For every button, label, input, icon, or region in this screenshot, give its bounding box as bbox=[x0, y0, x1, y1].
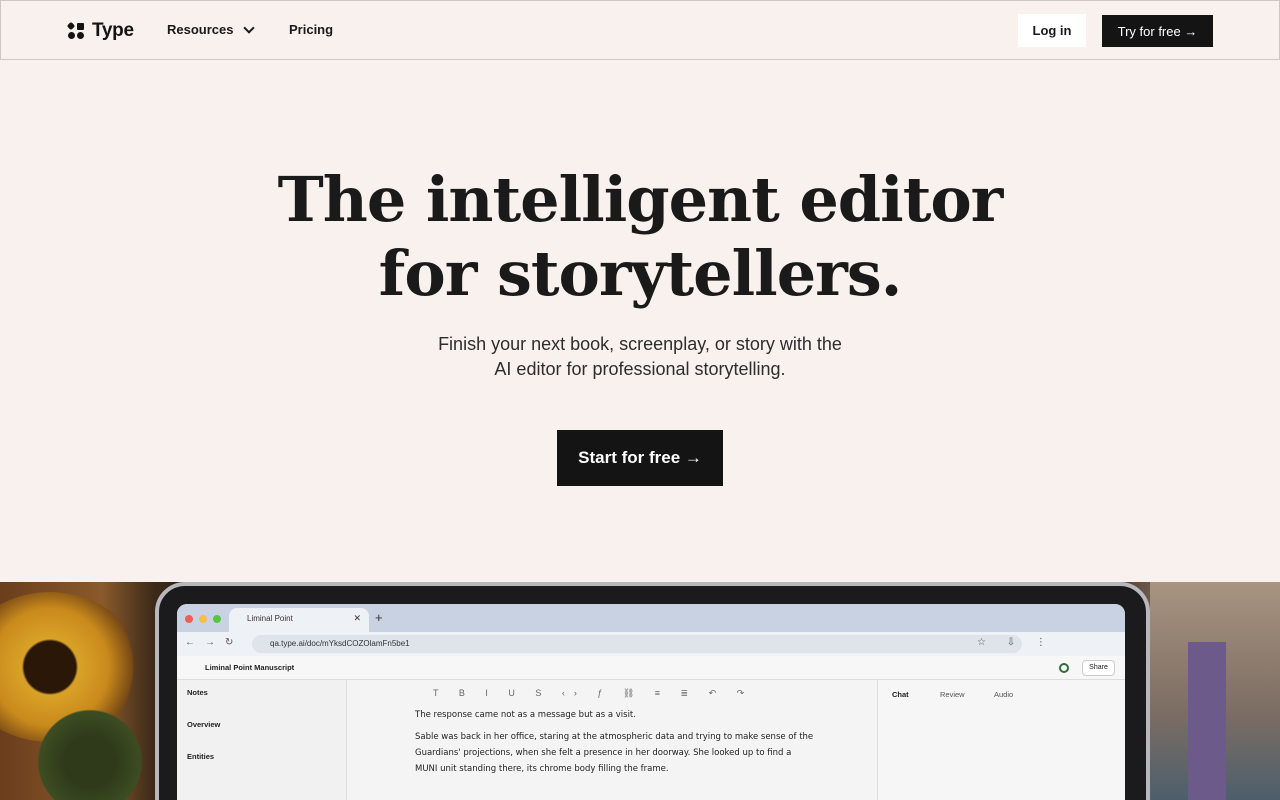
manuscript-text: The response came not as a message but a… bbox=[415, 707, 815, 783]
address-bar: qa.type.ai/doc/mYksdCOZOlamFn5be1 bbox=[252, 635, 1022, 653]
nav-resources-label: Resources bbox=[167, 22, 234, 37]
hero-subtitle: Finish your next book, screenplay, or st… bbox=[0, 332, 1280, 382]
sidebar-entities: Entities bbox=[187, 752, 215, 761]
close-icon: ✕ bbox=[353, 613, 361, 623]
status-ring-icon bbox=[1059, 663, 1069, 673]
nav-pricing[interactable]: Pricing bbox=[289, 22, 333, 37]
nav-arrows-icon: ←→↻ bbox=[185, 637, 244, 648]
browser-actions-icon: ☆ ⇩ ⋮ bbox=[977, 637, 1055, 648]
chevron-down-icon bbox=[243, 21, 256, 34]
maximize-dot-icon bbox=[213, 615, 221, 623]
browser-tab: Liminal Point ✕ bbox=[229, 608, 369, 632]
tab-title: Liminal Point bbox=[247, 614, 293, 623]
try-for-free-button[interactable]: Try for free → bbox=[1102, 15, 1213, 47]
background-object bbox=[1188, 642, 1226, 800]
type-logo-icon bbox=[66, 21, 86, 40]
manuscript-paragraph: Sable was back in her office, staring at… bbox=[415, 732, 814, 774]
laptop-screen: Liminal Point ✕ + ←→↻ qa.type.ai/doc/mYk… bbox=[177, 604, 1125, 800]
new-tab-icon: + bbox=[375, 610, 383, 625]
doc-title: Liminal Point Manuscript bbox=[205, 663, 295, 672]
tab-audio: Audio bbox=[994, 690, 1014, 699]
hero-title: The intelligent editor for storytellers. bbox=[0, 163, 1280, 311]
nav-resources[interactable]: Resources bbox=[167, 21, 256, 37]
browser-toolbar: ←→↻ qa.type.ai/doc/mYksdCOZOlamFn5be1 ☆ … bbox=[177, 632, 1125, 656]
product-photo: Liminal Point ✕ + ←→↻ qa.type.ai/doc/mYk… bbox=[0, 582, 1280, 800]
sidebar-overview: Overview bbox=[187, 720, 221, 729]
hero-subtitle-line2: AI editor for professional storytelling. bbox=[494, 359, 786, 379]
tab-review: Review bbox=[940, 690, 965, 699]
brand-name: Type bbox=[92, 20, 134, 41]
tab-chat: Chat bbox=[892, 690, 909, 699]
manuscript-paragraph: The response came not as a message but a… bbox=[415, 710, 636, 720]
browser-tabbar: Liminal Point ✕ + bbox=[177, 604, 1125, 632]
start-for-free-button[interactable]: Start for free → bbox=[557, 430, 723, 486]
share-button: Share bbox=[1082, 660, 1115, 676]
format-toolbar: T B I U S ‹› ƒ ⛓ ≡ ≣ ↶ ↷ bbox=[433, 688, 754, 698]
minimize-dot-icon bbox=[199, 615, 207, 623]
logo[interactable]: Type bbox=[66, 20, 134, 42]
window-controls bbox=[185, 615, 221, 623]
login-button[interactable]: Log in bbox=[1018, 14, 1086, 47]
hero-title-line1: The intelligent editor bbox=[277, 163, 1004, 236]
hero-title-line2: for storytellers. bbox=[378, 237, 903, 310]
top-nav: Type Resources Pricing Log in Try for fr… bbox=[0, 0, 1280, 60]
doc-header: Liminal Point Manuscript Share bbox=[177, 656, 1125, 680]
close-dot-icon bbox=[185, 615, 193, 623]
hero-subtitle-line1: Finish your next book, screenplay, or st… bbox=[438, 334, 842, 354]
sidebar-notes: Notes bbox=[187, 688, 208, 697]
editor-area: Notes Overview Entities T B I U S ‹› ƒ ⛓… bbox=[177, 680, 1125, 800]
notes-sidebar: Notes Overview Entities bbox=[177, 680, 347, 800]
assistant-panel: Chat Review Audio bbox=[877, 680, 1125, 800]
